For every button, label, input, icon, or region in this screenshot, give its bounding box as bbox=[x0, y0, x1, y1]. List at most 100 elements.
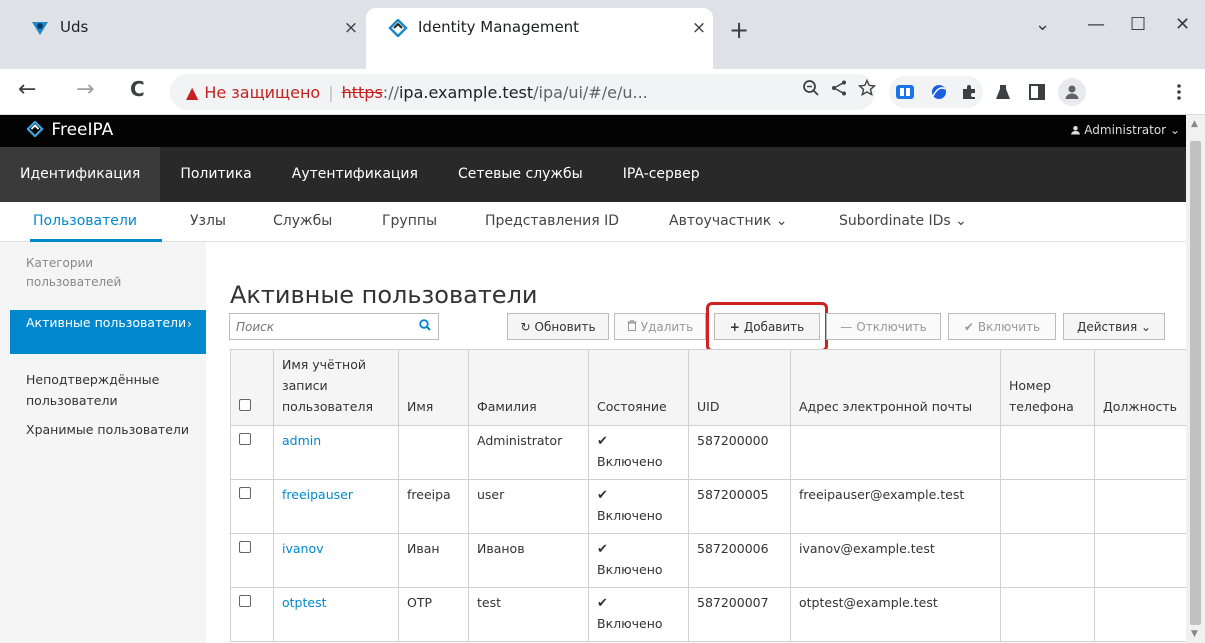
browser-tab-identity-management[interactable]: Identity Management × bbox=[366, 8, 713, 69]
brand[interactable]: FreeIPA bbox=[26, 120, 113, 140]
nav-identity[interactable]: Идентификация bbox=[0, 147, 161, 202]
sidebar-item-active-users[interactable]: Активные пользователи › bbox=[10, 310, 206, 354]
browser-toolbar: ← → C ▲ Не защищено | https://ipa.exampl… bbox=[0, 69, 1205, 115]
table-row: admin Administrator ✔ Включено 587200000 bbox=[230, 425, 1187, 480]
tab-services[interactable]: Службы bbox=[273, 213, 332, 229]
button-label: Удалить bbox=[640, 319, 694, 334]
button-label: Отключить bbox=[856, 319, 927, 334]
nav-ipa-server[interactable]: IPA-сервер bbox=[603, 147, 720, 202]
phone-cell bbox=[1000, 533, 1095, 588]
row-select-cell bbox=[230, 425, 274, 480]
tab-label: Автоучастник bbox=[669, 213, 772, 229]
column-header-phone[interactable]: Номер телефона bbox=[1000, 349, 1095, 426]
sidebar-item-stage-users[interactable]: Неподтверждённые пользователи bbox=[26, 369, 196, 411]
url-path: /ipa/ui/#/e/u... bbox=[533, 82, 648, 102]
first-name-cell: Иван bbox=[398, 533, 469, 588]
app-topbar: FreeIPA Administrator ⌄ bbox=[0, 115, 1186, 147]
new-tab-button[interactable]: + bbox=[729, 16, 749, 44]
tab-automember[interactable]: Автоучастник ⌄ bbox=[669, 213, 787, 229]
blue-extension-icon[interactable] bbox=[928, 81, 950, 103]
address-bar[interactable]: ▲ Не защищено | https://ipa.example.test… bbox=[170, 74, 875, 110]
zoom-icon[interactable] bbox=[802, 79, 820, 102]
minimize-icon[interactable]: — bbox=[1087, 14, 1105, 35]
select-all-checkbox[interactable] bbox=[239, 399, 251, 411]
column-header-job-title[interactable]: Должность bbox=[1094, 349, 1187, 426]
status-cell: ✔ Включено bbox=[588, 587, 689, 642]
scroll-down-icon[interactable]: ▼ bbox=[1191, 629, 1198, 639]
bookmark-star-icon[interactable] bbox=[857, 78, 877, 102]
first-name-cell: OTP bbox=[398, 587, 469, 642]
status-text: Включено bbox=[597, 508, 663, 523]
user-name: Administrator bbox=[1084, 123, 1167, 137]
reload-icon[interactable]: C bbox=[130, 77, 145, 101]
scrollbar-thumb[interactable] bbox=[1190, 141, 1201, 625]
last-name-cell: Administrator bbox=[468, 425, 589, 480]
nav-authentication[interactable]: Аутентификация bbox=[272, 147, 438, 202]
browser-menu-icon[interactable] bbox=[1168, 81, 1190, 103]
translate-extension-icon[interactable] bbox=[894, 81, 916, 103]
table-row: ivanov Иван Иванов ✔ Включено 587200006 i… bbox=[230, 533, 1187, 588]
user-menu[interactable]: Administrator ⌄ bbox=[1071, 123, 1180, 137]
sidebar-item-preserved-users[interactable]: Хранимые пользователи bbox=[26, 419, 196, 440]
forward-icon[interactable]: → bbox=[76, 77, 94, 102]
close-tab-icon[interactable]: × bbox=[685, 18, 713, 38]
tab-hosts[interactable]: Узлы bbox=[190, 213, 226, 229]
sidebar-category: Категории пользователей bbox=[26, 256, 122, 289]
chevron-down-icon: ⌄ bbox=[775, 213, 788, 229]
row-checkbox[interactable] bbox=[239, 595, 251, 607]
search-icon[interactable] bbox=[412, 318, 438, 335]
table-row: otptest OTP test ✔ Включено 587200007 otp… bbox=[230, 587, 1187, 642]
puzzle-extensions-icon[interactable] bbox=[958, 81, 980, 103]
uid-cell: 587200007 bbox=[688, 587, 791, 642]
trash-icon bbox=[627, 319, 637, 334]
row-checkbox[interactable] bbox=[239, 541, 251, 553]
close-window-icon[interactable]: ✕ bbox=[1175, 14, 1190, 35]
back-icon[interactable]: ← bbox=[18, 77, 36, 102]
lab-flask-icon[interactable] bbox=[992, 81, 1014, 103]
status-text: Включено bbox=[597, 562, 663, 577]
tab-users[interactable]: Пользователи bbox=[33, 213, 137, 229]
profile-avatar-icon[interactable] bbox=[1058, 78, 1086, 106]
disable-button[interactable]: — Отключить bbox=[826, 313, 941, 340]
user-link[interactable]: admin bbox=[282, 433, 321, 448]
tab-title: Uds bbox=[60, 18, 89, 36]
column-header-login[interactable]: Имя учётной записи пользователя bbox=[273, 349, 399, 426]
column-header-status[interactable]: Состояние bbox=[588, 349, 689, 426]
tab-id-views[interactable]: Представления ID bbox=[485, 213, 619, 229]
tab-search-icon[interactable]: ⌄ bbox=[1035, 14, 1050, 35]
page-scrollbar[interactable]: ▲ ▼ bbox=[1186, 115, 1205, 643]
nav-policy[interactable]: Политика bbox=[160, 147, 271, 202]
check-icon: ✔ bbox=[597, 596, 608, 611]
row-checkbox[interactable] bbox=[239, 487, 251, 499]
column-header-uid[interactable]: UID bbox=[688, 349, 791, 426]
user-link[interactable]: ivanov bbox=[282, 541, 324, 556]
refresh-button[interactable]: ↻ Обновить bbox=[507, 313, 609, 340]
user-link[interactable]: freeipauser bbox=[282, 487, 353, 502]
tab-subordinate-ids[interactable]: Subordinate IDs ⌄ bbox=[839, 213, 967, 229]
column-header-email[interactable]: Адрес электронной почты bbox=[790, 349, 1001, 426]
enable-button[interactable]: ✔ Включить bbox=[948, 313, 1056, 340]
side-panel-icon[interactable] bbox=[1026, 81, 1048, 103]
actions-dropdown[interactable]: Действия ⌄ bbox=[1063, 313, 1165, 340]
column-header-first-name[interactable]: Имя bbox=[398, 349, 469, 426]
row-checkbox[interactable] bbox=[239, 433, 251, 445]
button-label: Обновить bbox=[534, 319, 596, 334]
delete-button[interactable]: Удалить bbox=[614, 313, 706, 340]
job-title-cell bbox=[1094, 425, 1187, 480]
share-icon[interactable] bbox=[830, 79, 848, 102]
phone-cell bbox=[1000, 479, 1095, 534]
warning-icon: ▲ bbox=[186, 82, 199, 102]
close-tab-icon[interactable]: × bbox=[337, 18, 365, 38]
column-header-last-name[interactable]: Фамилия bbox=[468, 349, 589, 426]
tab-groups[interactable]: Группы bbox=[382, 213, 437, 229]
browser-tab-uds[interactable]: Uds × bbox=[30, 8, 365, 69]
scroll-up-icon[interactable]: ▲ bbox=[1191, 119, 1198, 129]
nav-network-services[interactable]: Сетевые службы bbox=[438, 147, 603, 202]
user-icon bbox=[1071, 123, 1084, 137]
security-status[interactable]: Не защищено bbox=[204, 83, 320, 102]
button-label: Действия bbox=[1076, 319, 1138, 334]
maximize-icon[interactable]: ☐ bbox=[1130, 14, 1146, 35]
email-cell: otptest@example.test bbox=[790, 587, 1001, 642]
search-input[interactable] bbox=[230, 318, 412, 335]
user-link[interactable]: otptest bbox=[282, 595, 327, 610]
